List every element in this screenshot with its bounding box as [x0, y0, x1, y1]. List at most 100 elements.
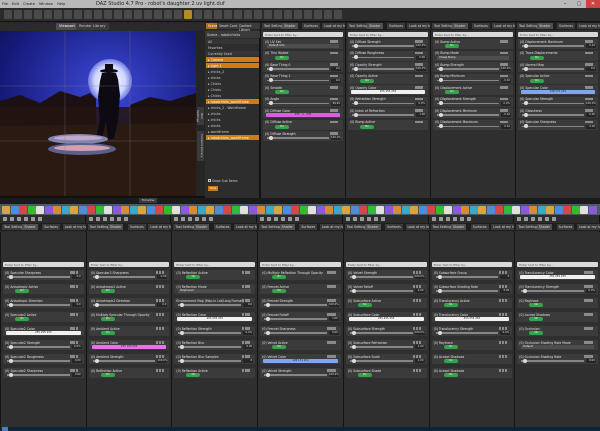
slider-track[interactable]	[7, 360, 70, 362]
property-row[interactable]: (0) Bump Active On	[433, 39, 513, 49]
property-action-icon[interactable]	[504, 271, 507, 274]
property-action-icon[interactable]	[161, 299, 165, 302]
slider-value[interactable]: 1.00	[328, 317, 339, 321]
color-value-bar[interactable]: 255 255 255	[348, 317, 424, 321]
color-value-bar[interactable]: 255 255 255	[6, 331, 81, 335]
tab-render-library[interactable]: Render Library	[76, 23, 109, 30]
property-row[interactable]: (0) Specular2 Sharpness 0.00	[88, 270, 170, 280]
property-row[interactable]: (0) Reflection Active On	[174, 368, 256, 378]
property-action-icon[interactable]	[590, 109, 593, 112]
property-row[interactable]: (0) Opacity Active On	[348, 73, 428, 84]
close-button[interactable]: ✕	[586, 0, 600, 8]
toolbar-tool-icon[interactable]	[194, 10, 202, 19]
slider-track[interactable]	[178, 360, 242, 362]
panel-tab[interactable]: Surfaces	[470, 224, 489, 230]
slider-value[interactable]: 100.0%	[328, 373, 339, 377]
property-row[interactable]: (0) Raytrace On	[431, 340, 513, 350]
taskbar-app-icon[interactable]	[231, 205, 240, 214]
property-action-icon[interactable]	[418, 285, 422, 288]
slider-track[interactable]	[92, 360, 156, 362]
taskbar-app-icon[interactable]	[291, 205, 299, 214]
property-row[interactable]: (0) Displacement Minimum -0.10	[433, 108, 513, 118]
taskbar-app-icon[interactable]	[146, 205, 155, 214]
property-action-icon[interactable]	[590, 271, 593, 274]
slider-value[interactable]: 0	[500, 275, 511, 279]
property-row[interactable]: (0) Diffuse Active On	[263, 119, 343, 130]
taskbar-app-icon[interactable]	[444, 205, 452, 214]
toolbar-tool-icon[interactable]	[254, 10, 262, 19]
slider-value[interactable]: 100.0%	[586, 101, 596, 106]
panel-tab[interactable]: Surfaces	[387, 23, 405, 29]
scene-tree-item[interactable]: ▸ chicks	[206, 117, 259, 122]
toolbar-tool-icon[interactable]	[24, 10, 32, 19]
slider-knob[interactable]	[351, 344, 356, 349]
menu-item-help[interactable]: Help	[57, 2, 65, 6]
property-row[interactable]: (0) Subsurface Active On	[345, 298, 427, 308]
color-value-bar[interactable]: 255 100 255	[91, 345, 167, 349]
panel-header-icon[interactable]	[17, 217, 21, 221]
property-row[interactable]: (0) Displacement Maximum 0.10	[518, 39, 598, 49]
taskbar-app-icon[interactable]	[410, 205, 418, 214]
toggle-switch[interactable]: On	[100, 289, 115, 293]
slider-track[interactable]	[437, 79, 499, 81]
toggle-switch[interactable]: On	[275, 55, 289, 60]
slider-value[interactable]: 0.0	[71, 303, 82, 307]
property-action-icon[interactable]	[161, 313, 165, 316]
slider-knob[interactable]	[180, 330, 185, 335]
toggle-switch[interactable]: On	[186, 373, 201, 377]
taskbar-app-icon[interactable]	[461, 205, 469, 214]
panel-tab[interactable]: Surfaces	[42, 224, 61, 230]
property-action-icon[interactable]	[505, 97, 508, 101]
property-row[interactable]: (0) Occlusion Shading Rate Mode Default	[517, 340, 598, 350]
property-row[interactable]: (0) Index of Refraction 1.00	[348, 108, 428, 118]
property-action-icon[interactable]	[418, 299, 422, 302]
show-sub-items-checkbox[interactable]: Show Sub Items	[208, 179, 238, 183]
property-action-icon[interactable]	[590, 313, 593, 316]
slider-track[interactable]	[178, 332, 242, 334]
property-action-icon[interactable]	[335, 97, 338, 101]
property-row[interactable]: (0) Base Thing 1 0.0	[263, 73, 343, 84]
property-row[interactable]: (0) Specular Strength 100.0%	[518, 96, 598, 107]
taskbar-app-icon[interactable]	[546, 205, 554, 214]
slider-value[interactable]: 100.0%	[331, 136, 341, 140]
taskbar-app-icon[interactable]	[333, 205, 342, 214]
property-action-icon[interactable]	[420, 120, 423, 124]
property-row[interactable]: (0) Reflection Active On	[88, 368, 170, 378]
toggle-switch[interactable]: On	[15, 317, 29, 321]
hide-button[interactable]: Hide	[208, 186, 218, 191]
panel-header-icon[interactable]	[345, 217, 350, 221]
property-row[interactable]: (0) Displacement Active On	[433, 85, 513, 95]
slider-value[interactable]: 1.00	[416, 113, 426, 117]
toggle-switch[interactable]: On	[529, 303, 544, 307]
panel-tab[interactable]: Shader	[108, 224, 124, 230]
taskbar-app-icon[interactable]	[155, 205, 163, 214]
slider-knob[interactable]	[180, 358, 185, 363]
taskbar-app-icon[interactable]	[495, 205, 503, 214]
property-action-icon[interactable]	[247, 313, 250, 316]
panel-header-icon[interactable]	[359, 217, 364, 221]
menu-item-create[interactable]: Create	[23, 2, 35, 6]
dropdown-select[interactable]: Raytraced	[178, 289, 252, 293]
panel-tab[interactable]: Shader	[279, 224, 295, 230]
property-action-icon[interactable]	[504, 313, 507, 316]
panel-tab[interactable]: Surfaces	[556, 224, 575, 230]
property-row[interactable]: (0) Anisotropic Active On	[3, 284, 84, 294]
property-row[interactable]: (0) Fresnel Sharpness 0.00	[260, 326, 341, 336]
scene-tree-item[interactable]: ▸ chicks_2	[206, 69, 259, 74]
panel-header-icon[interactable]	[373, 217, 378, 221]
slider-knob[interactable]	[94, 358, 99, 363]
slider-knob[interactable]	[524, 43, 528, 48]
taskbar-app-icon[interactable]	[486, 205, 495, 214]
taskbar-app-icon[interactable]	[393, 205, 401, 214]
property-action-icon[interactable]	[590, 86, 593, 89]
panel-header-icon[interactable]	[459, 217, 464, 221]
taskbar-app-icon[interactable]	[70, 205, 78, 214]
slider-track[interactable]	[521, 290, 584, 292]
property-action-icon[interactable]	[75, 355, 79, 358]
slider-value[interactable]: 100.0%	[414, 331, 425, 335]
slider-value[interactable]: 8.00	[500, 289, 511, 293]
property-row[interactable]: (0) Diffuse Strength 100.0%	[263, 131, 343, 141]
slider-track[interactable]	[267, 79, 329, 81]
property-action-icon[interactable]	[333, 355, 336, 358]
property-row[interactable]: (0) Translucency Color 255 255 255	[517, 270, 598, 280]
